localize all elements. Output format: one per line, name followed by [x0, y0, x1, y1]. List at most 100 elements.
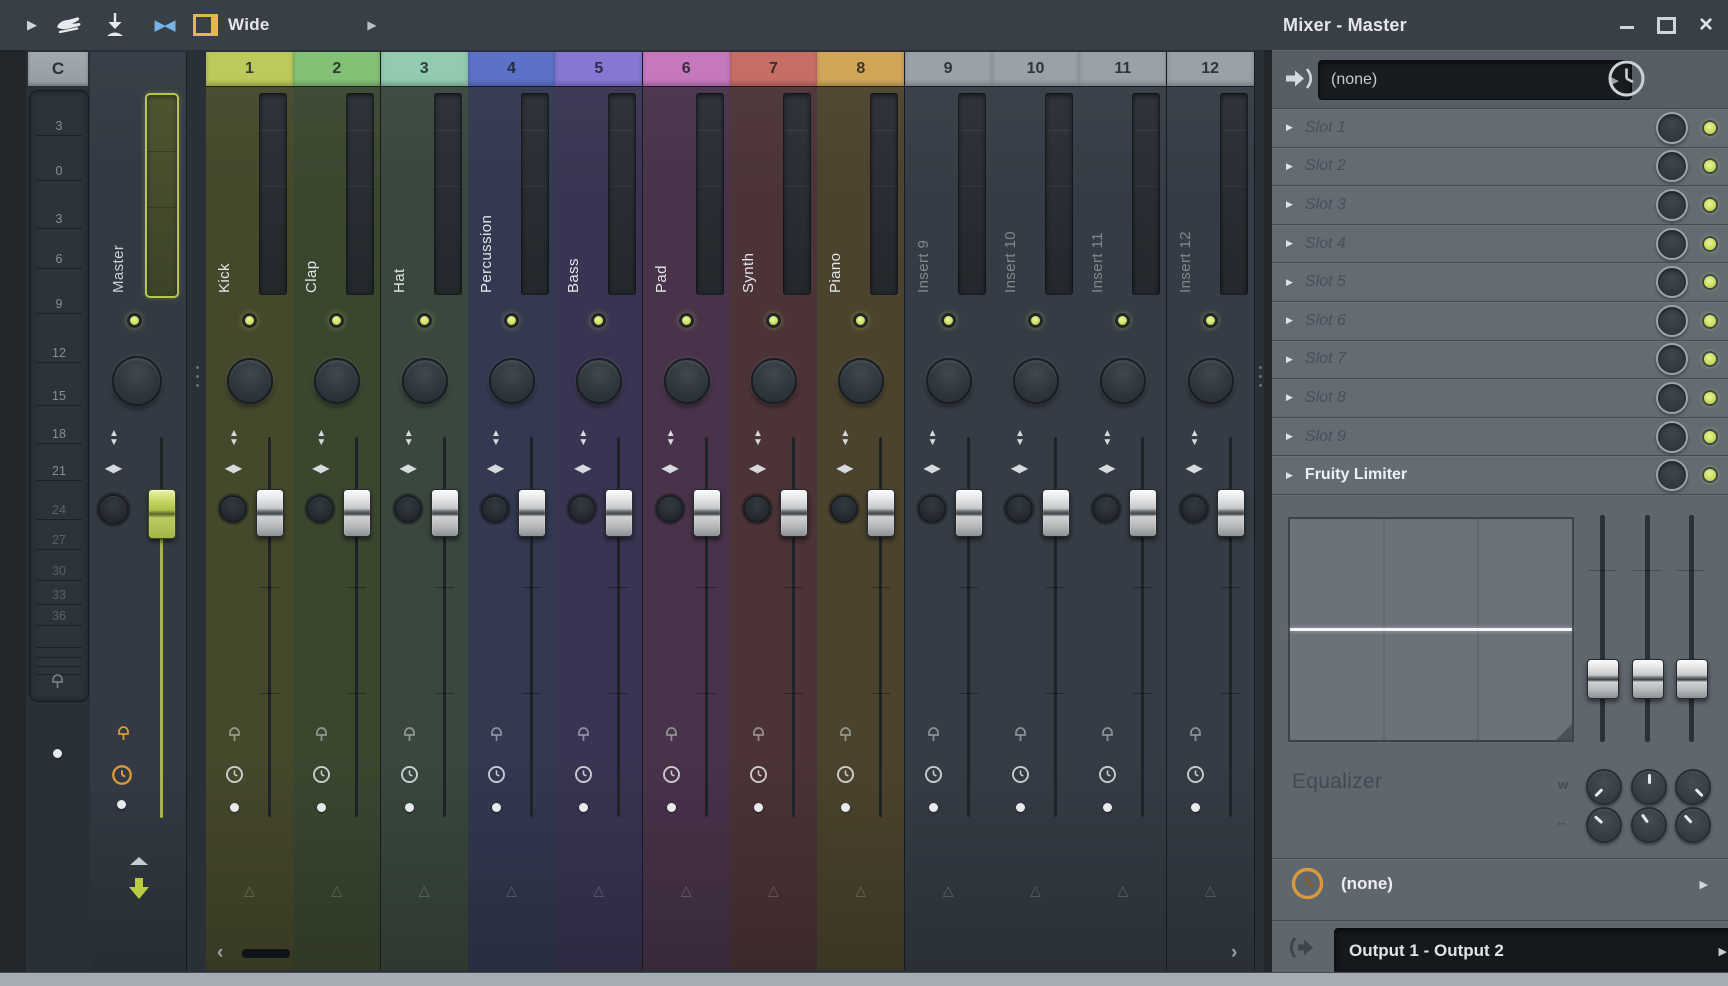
eq-band-low-fader[interactable]	[1587, 515, 1617, 742]
record-arm-icon[interactable]	[489, 724, 504, 748]
pan-arrows[interactable]: ◀▶	[746, 459, 768, 477]
mute-led[interactable]	[417, 313, 432, 328]
volume-fader[interactable]	[518, 489, 546, 537]
record-arm-icon[interactable]	[314, 724, 329, 748]
output-target-select[interactable]: Output 1 - Output 2 ▶	[1334, 928, 1728, 974]
volume-fader[interactable]	[867, 489, 895, 537]
master-track-strip[interactable]: Master ▲▼ ◀▶	[90, 52, 187, 970]
clock-icon[interactable]	[749, 765, 768, 789]
plugin-target-select[interactable]: (none) ▶	[1318, 60, 1632, 100]
stereo-width-arrows[interactable]: ▲▼	[747, 429, 769, 447]
record-arm-icon[interactable]	[1013, 724, 1028, 748]
dock-triangle-icon[interactable]: △	[730, 882, 817, 899]
record-arm-icon[interactable]	[576, 724, 591, 748]
clock-icon[interactable]	[574, 765, 593, 789]
eq-band-high-cap[interactable]	[1676, 659, 1708, 699]
mute-led[interactable]	[941, 313, 956, 328]
mute-led[interactable]	[766, 313, 781, 328]
track-number-header[interactable]: 12	[1167, 52, 1254, 86]
stereo-sep-knob[interactable]	[1180, 495, 1208, 523]
mixer-track-6[interactable]: 6 Pad ▲▼ ◀▶ △	[643, 52, 731, 970]
slot-mix-knob[interactable]	[1656, 421, 1688, 453]
slot-enable-led[interactable]	[1702, 274, 1718, 290]
slot-enable-led[interactable]	[1702, 158, 1718, 174]
stereo-width-arrows[interactable]: ▲▼	[1009, 429, 1031, 447]
mixer-menu-arrow-icon[interactable]: ▶	[20, 0, 44, 50]
mute-led[interactable]	[679, 313, 694, 328]
left-splitter-grip[interactable]	[196, 366, 199, 393]
master-pan-arrows[interactable]: ◀▶	[102, 459, 124, 477]
pan-arrows[interactable]: ◀▶	[484, 459, 506, 477]
scroll-left-arrow[interactable]: ‹	[217, 944, 223, 962]
slot-enable-led[interactable]	[1702, 197, 1718, 213]
mixer-track-8[interactable]: 8 Piano ▲▼ ◀▶ △	[817, 52, 905, 970]
selector-dot[interactable]	[405, 803, 414, 812]
stereo-width-arrows[interactable]: ▲▼	[223, 429, 245, 447]
slot-mix-knob[interactable]	[1656, 150, 1688, 182]
eq-graph[interactable]	[1288, 517, 1574, 742]
record-arm-icon[interactable]	[838, 724, 853, 748]
stereo-width-arrows[interactable]: ▲▼	[834, 429, 856, 447]
master-stereo-sep-knob[interactable]	[98, 494, 129, 525]
mixer-track-9[interactable]: 9 Insert 9 ▲▼ ◀▶ △	[905, 52, 993, 970]
eq-band-mid-fader[interactable]	[1632, 515, 1662, 742]
layout-arrow-icon[interactable]: ▶	[360, 0, 384, 50]
eq-band-high-fader[interactable]	[1676, 515, 1706, 742]
master-mute-led[interactable]	[127, 313, 142, 328]
close-button[interactable]: ×	[1692, 0, 1720, 50]
clock-icon[interactable]	[225, 765, 244, 789]
track-number-header[interactable]: 4	[468, 52, 555, 86]
slot-name[interactable]: Slot 7	[1305, 350, 1656, 368]
layout-selector[interactable]: Wide	[228, 0, 270, 50]
effect-slot-7[interactable]: ▶ Slot 7	[1272, 340, 1728, 379]
dock-triangle-icon[interactable]: △	[905, 882, 992, 899]
dock-triangle-icon[interactable]: △	[468, 882, 555, 899]
panel-clock-button[interactable]	[1606, 58, 1647, 104]
facing-triangles-icon[interactable]: ▶◀	[142, 0, 186, 50]
record-arm-icon[interactable]	[664, 724, 679, 748]
stereo-sep-knob[interactable]	[743, 495, 771, 523]
pan-arrows[interactable]: ◀▶	[1183, 459, 1205, 477]
eq-flat-curve[interactable]	[1290, 628, 1572, 631]
track-number-header[interactable]: 11	[1079, 52, 1166, 86]
selector-dot[interactable]	[1191, 803, 1200, 812]
stereo-sep-knob[interactable]	[918, 495, 946, 523]
dock-triangle-icon[interactable]: △	[206, 882, 293, 899]
selector-dot[interactable]	[667, 803, 676, 812]
slot-arrow-icon[interactable]: ▶	[1286, 277, 1293, 288]
slot-arrow-icon[interactable]: ▶	[1286, 161, 1293, 172]
maximize-button[interactable]	[1652, 0, 1680, 50]
slot-mix-knob[interactable]	[1656, 459, 1688, 491]
eq-width-high-knob[interactable]	[1675, 807, 1711, 843]
slot-name[interactable]: Slot 5	[1305, 273, 1656, 291]
stereo-width-arrows[interactable]: ▲▼	[1184, 429, 1206, 447]
time-selector-value[interactable]: (none)	[1341, 874, 1393, 894]
stereo-sep-knob[interactable]	[656, 495, 684, 523]
effect-slot-5[interactable]: ▶ Slot 5	[1272, 262, 1728, 301]
dock-triangle-icon[interactable]: △	[381, 882, 468, 899]
eq-width-mid-knob[interactable]	[1631, 807, 1667, 843]
slot-name[interactable]: Slot 4	[1305, 235, 1656, 253]
hand-icon[interactable]	[48, 0, 90, 50]
clock-icon[interactable]	[1186, 765, 1205, 789]
master-clock-icon[interactable]	[111, 764, 133, 791]
clock-icon[interactable]	[662, 765, 681, 789]
mixer-track-3[interactable]: 3 Hat ▲▼ ◀▶ △	[381, 52, 469, 970]
slot-mix-knob[interactable]	[1656, 343, 1688, 375]
time-clock-icon[interactable]	[1290, 866, 1325, 906]
slot-name[interactable]: Slot 6	[1305, 312, 1656, 330]
pan-arrows[interactable]: ◀▶	[397, 459, 419, 477]
volume-fader[interactable]	[780, 489, 808, 537]
slot-enable-led[interactable]	[1702, 351, 1718, 367]
eq-resize-corner-icon[interactable]	[1556, 724, 1572, 740]
time-dropdown-arrow-icon[interactable]: ▶	[1700, 878, 1708, 891]
stereo-sep-knob[interactable]	[481, 495, 509, 523]
master-volume-fader[interactable]	[148, 489, 176, 539]
slot-enable-led[interactable]	[1702, 120, 1718, 136]
slot-arrow-icon[interactable]: ▶	[1286, 470, 1293, 481]
volume-fader[interactable]	[1042, 489, 1070, 537]
pan-knob[interactable]	[314, 358, 360, 404]
clock-icon[interactable]	[1011, 765, 1030, 789]
stereo-sep-knob[interactable]	[394, 495, 422, 523]
pan-knob[interactable]	[227, 358, 273, 404]
